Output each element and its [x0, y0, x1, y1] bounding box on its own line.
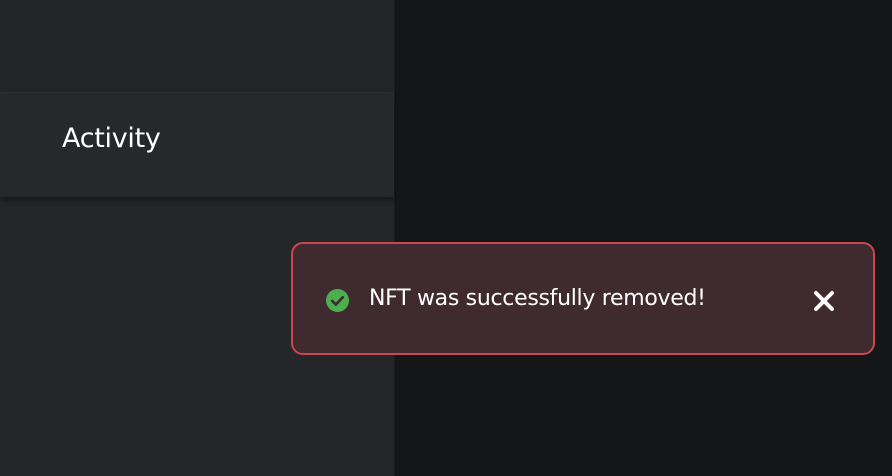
close-icon[interactable] — [812, 289, 836, 313]
toast-message: NFT was successfully removed! — [369, 286, 706, 311]
toast-notification: NFT was successfully removed! — [291, 242, 875, 355]
left-panel: Activity — [0, 0, 395, 476]
tab-activity[interactable]: Activity — [0, 92, 394, 197]
top-strip — [0, 0, 394, 92]
page: Activity NFT was successfully removed! — [0, 0, 892, 476]
check-circle-icon — [326, 289, 349, 312]
tab-activity-label: Activity — [62, 123, 161, 154]
